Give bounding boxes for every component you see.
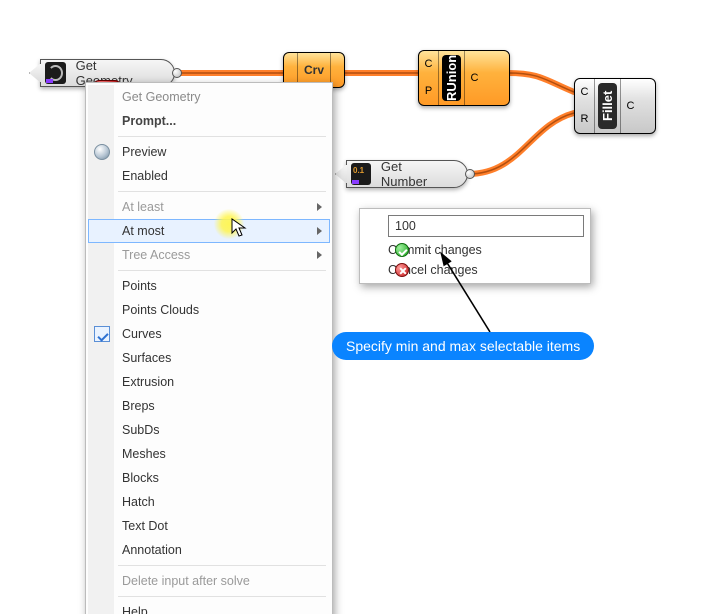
menu-delete-after[interactable]: Delete input after solve bbox=[88, 569, 330, 593]
menu-title: Get Geometry bbox=[88, 85, 330, 109]
chevron-right-icon bbox=[317, 251, 322, 259]
port-in-p[interactable]: P bbox=[419, 86, 438, 97]
menu-filter-annotation[interactable]: Annotation bbox=[88, 538, 330, 562]
chevron-right-icon bbox=[317, 227, 322, 235]
menu-filter-curves[interactable]: Curves bbox=[88, 322, 330, 346]
value-popup: Commit changes Cancel changes bbox=[359, 208, 591, 284]
cancel-icon bbox=[395, 263, 409, 277]
menu-filter-textdot[interactable]: Text Dot bbox=[88, 514, 330, 538]
number-icon bbox=[351, 163, 371, 185]
menu-filter-subds[interactable]: SubDs bbox=[88, 418, 330, 442]
node-label: RUnion bbox=[442, 55, 461, 101]
input-grip[interactable] bbox=[29, 63, 41, 83]
value-input[interactable] bbox=[388, 215, 584, 237]
menu-filter-pointclouds[interactable]: Points Clouds bbox=[88, 298, 330, 322]
menu-filter-blocks[interactable]: Blocks bbox=[88, 466, 330, 490]
input-grip[interactable] bbox=[335, 164, 347, 184]
menu-filter-hatch[interactable]: Hatch bbox=[88, 490, 330, 514]
menu-filter-extrusion[interactable]: Extrusion bbox=[88, 370, 330, 394]
preview-icon bbox=[94, 144, 110, 160]
output-grip[interactable] bbox=[172, 68, 182, 78]
menu-at-most[interactable]: At most bbox=[88, 219, 330, 243]
menu-filter-points[interactable]: Points bbox=[88, 274, 330, 298]
param-get-number[interactable]: Get Number bbox=[346, 160, 468, 188]
menu-help[interactable]: Help... bbox=[88, 600, 330, 614]
menu-enabled[interactable]: Enabled bbox=[88, 164, 330, 188]
check-icon bbox=[94, 326, 110, 342]
warning-tab bbox=[454, 50, 474, 51]
param-label: Get Number bbox=[377, 159, 449, 189]
output-grip[interactable] bbox=[465, 169, 475, 179]
port-in-r[interactable]: R bbox=[575, 114, 594, 125]
menu-filter-meshes[interactable]: Meshes bbox=[88, 442, 330, 466]
context-menu: Get Geometry Prompt... Preview Enabled A… bbox=[85, 82, 333, 614]
menu-preview[interactable]: Preview bbox=[88, 140, 330, 164]
geometry-icon bbox=[45, 62, 66, 84]
port-in-c[interactable]: C bbox=[419, 59, 438, 70]
port-in-c[interactable]: C bbox=[575, 87, 594, 98]
menu-prompt[interactable]: Prompt... bbox=[88, 109, 330, 133]
ok-icon bbox=[395, 243, 409, 257]
callout-bubble: Specify min and max selectable items bbox=[332, 332, 594, 360]
port-out-c[interactable]: C bbox=[465, 73, 484, 84]
menu-at-least[interactable]: At least bbox=[88, 195, 330, 219]
node-label: Fillet bbox=[598, 83, 617, 129]
node-runion[interactable]: C P RUnion C bbox=[418, 50, 510, 106]
node-fillet[interactable]: C R Fillet C bbox=[574, 78, 656, 134]
menu-filter-surfaces[interactable]: Surfaces bbox=[88, 346, 330, 370]
port-out-c[interactable]: C bbox=[621, 101, 640, 112]
menu-filter-breps[interactable]: Breps bbox=[88, 394, 330, 418]
chevron-right-icon bbox=[317, 203, 322, 211]
menu-tree-access[interactable]: Tree Access bbox=[88, 243, 330, 267]
